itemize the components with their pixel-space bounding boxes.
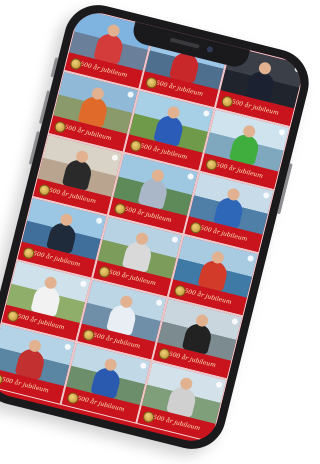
phone-screen: 500 år jubileum 500 år jubileum 500 år jub… xyxy=(0,7,307,447)
photo-grid: 500 år jubileum 500 år jubileum 500 år jub… xyxy=(0,7,307,447)
speaker-icon xyxy=(169,37,200,49)
mute-switch xyxy=(50,57,59,78)
volume-up-button xyxy=(38,90,51,124)
front-camera-icon xyxy=(206,45,214,54)
volume-down-button xyxy=(28,131,40,165)
phone-frame: 500 år jubileum 500 år jubileum 500 år jub… xyxy=(0,0,316,457)
